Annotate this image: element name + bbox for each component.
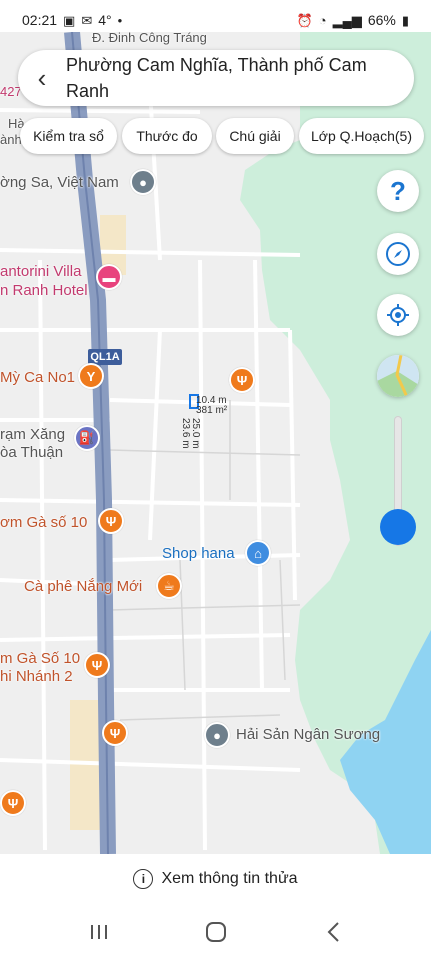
- poi-label[interactable]: ờng Sa, Việt Nam: [0, 174, 119, 191]
- restaurant-icon[interactable]: Ψ: [102, 720, 128, 746]
- back-svg: [327, 922, 339, 942]
- chip-thuoc-do[interactable]: Thước đo: [122, 118, 212, 154]
- poi-label[interactable]: òa Thuận: [0, 444, 63, 461]
- alarm-icon: ⏰: [296, 12, 313, 28]
- chip-chu-giai[interactable]: Chú giải: [216, 118, 294, 154]
- poi-label[interactable]: Hải Sản Ngân Sương: [236, 726, 380, 743]
- restaurant-icon[interactable]: Ψ: [229, 367, 255, 393]
- help-glyph: ?: [390, 175, 406, 206]
- parcel-length-a: 25.0 m: [190, 418, 201, 449]
- back-icon[interactable]: [313, 912, 353, 952]
- battery-level: 66%: [367, 12, 396, 28]
- gallery-icon: ▣: [63, 12, 76, 28]
- battery-icon: ▮: [401, 12, 409, 28]
- location-title[interactable]: Phường Cam Nghĩa, Thành phố Cam Ranh: [66, 52, 414, 104]
- system-nav-bar: [0, 904, 431, 960]
- poi-label[interactable]: Cà phê Nắng Mới: [24, 578, 142, 595]
- poi-label[interactable]: antorini Villa: [0, 263, 81, 280]
- status-left: 02:21 ▣ ✉ 4° •: [22, 12, 122, 28]
- gas-station-icon[interactable]: ⛽: [74, 425, 100, 451]
- wifi-icon: ◔: [318, 12, 327, 28]
- compass-icon[interactable]: [377, 233, 419, 275]
- poi-label[interactable]: hi Nhánh 2: [0, 668, 73, 685]
- chevron-left-icon[interactable]: ‹: [18, 50, 66, 106]
- parcel-length-b: 23.6 m: [180, 418, 191, 449]
- home-icon[interactable]: [196, 912, 236, 952]
- help-icon[interactable]: ?: [377, 170, 419, 212]
- info-icon: i: [133, 869, 154, 889]
- poi-label[interactable]: Shop hana: [162, 545, 235, 562]
- status-time: 02:21: [22, 12, 58, 28]
- bar-icon[interactable]: Y: [78, 363, 104, 389]
- poi-label[interactable]: rạm Xăng: [0, 426, 65, 443]
- restaurant-icon[interactable]: Ψ: [0, 790, 26, 816]
- shopping-icon[interactable]: ⌂: [245, 540, 271, 566]
- parcel-info-bar[interactable]: i Xem thông tin thửa: [0, 854, 431, 904]
- cafe-icon[interactable]: ☕: [156, 573, 182, 599]
- location-svg: [387, 304, 409, 326]
- recent-apps-icon[interactable]: [79, 912, 119, 952]
- restaurant-icon[interactable]: Ψ: [84, 652, 110, 678]
- zoom-slider-handle[interactable]: [380, 508, 416, 545]
- poi-label[interactable]: m Gà Số 10: [0, 650, 80, 667]
- chip-kiem-tra-so[interactable]: Kiểm tra sổ: [20, 118, 117, 154]
- mail-icon: ✉: [81, 12, 93, 28]
- partial-label-anh: ành: [0, 132, 22, 147]
- signal-icon: ▂▄▆: [332, 12, 362, 28]
- place-icon[interactable]: ●: [130, 169, 156, 195]
- poi-label[interactable]: Mỳ Ca No1: [0, 369, 75, 386]
- recent-svg: [90, 925, 107, 939]
- status-bar: 02:21 ▣ ✉ 4° • ⏰ ◔ ▂▄▆ 66% ▮: [0, 0, 431, 40]
- hotel-icon[interactable]: ▬: [96, 264, 122, 290]
- chip-lop-quy-hoach[interactable]: Lớp Q.Hoạch(5): [299, 118, 424, 154]
- home-svg: [205, 922, 226, 942]
- compass-svg: [386, 242, 410, 266]
- parcel-area-label: 381 m²: [196, 405, 228, 416]
- poi-label[interactable]: n Ranh Hotel: [0, 282, 88, 299]
- parcel-info-label[interactable]: Xem thông tin thửa: [161, 870, 297, 888]
- status-temp: 4°: [98, 12, 112, 28]
- dot-icon: •: [117, 12, 123, 28]
- poi-label[interactable]: ơm Gà số 10: [0, 514, 87, 531]
- map-layer-icon[interactable]: [377, 355, 419, 397]
- layer-svg: [377, 355, 419, 397]
- my-location-icon[interactable]: [377, 294, 419, 336]
- place-icon[interactable]: ●: [204, 722, 230, 748]
- map-canvas[interactable]: Đ. Đinh Công Tráng 427 Hà ành ờng Sa, Vi…: [0, 32, 431, 854]
- search-header[interactable]: ‹ Phường Cam Nghĩa, Thành phố Cam Ranh: [18, 50, 414, 106]
- restaurant-icon[interactable]: Ψ: [98, 508, 124, 534]
- status-right: ⏰ ◔ ▂▄▆ 66% ▮: [297, 12, 409, 28]
